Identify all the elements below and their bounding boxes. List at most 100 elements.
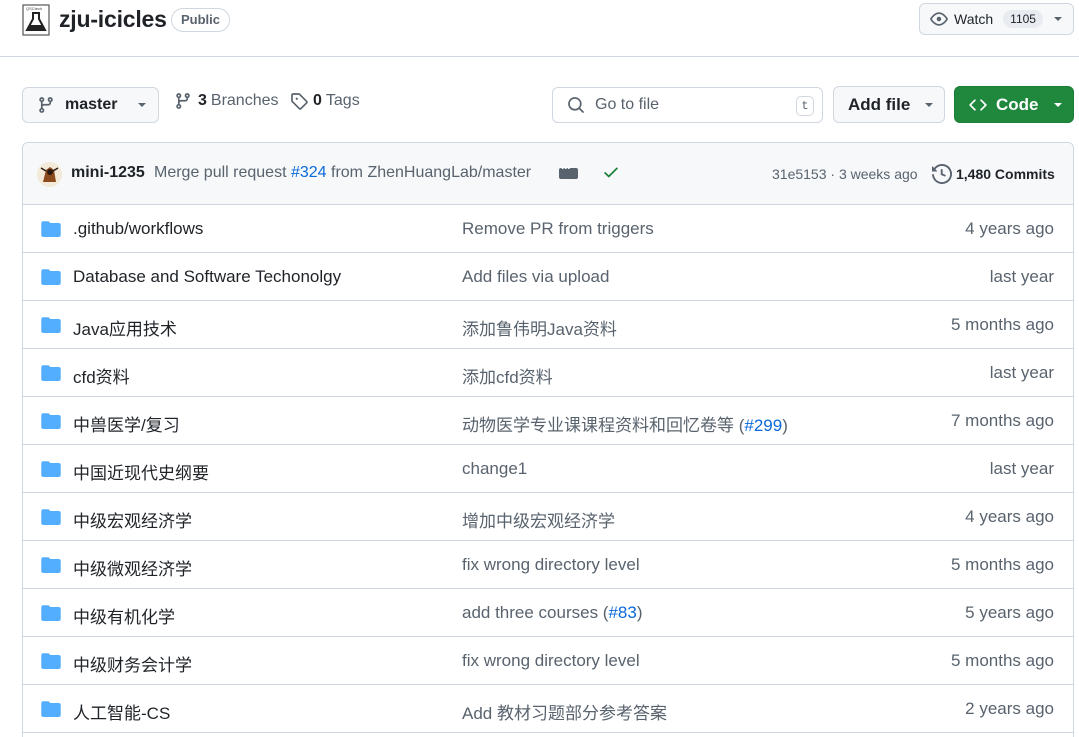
file-commit-text: 添加cfd资料 [462, 368, 553, 387]
history-icon [932, 164, 952, 184]
file-row[interactable]: 中级有机化学 add three courses (#83) 5 years ago [23, 589, 1073, 637]
folder-icon [41, 509, 61, 525]
file-commit-message[interactable]: 动物医学专业课课程资料和回忆卷等 (#299) [462, 411, 788, 436]
file-row[interactable]: 中兽医学/复习 动物医学专业课课程资料和回忆卷等 (#299) 7 months a… [23, 397, 1073, 445]
avatar[interactable] [37, 162, 62, 187]
commit-message[interactable]: Merge pull request #324 from ZhenHuangLa… [154, 164, 531, 182]
visibility-badge: Public [171, 8, 231, 32]
folder-icon [41, 653, 61, 669]
file-commit-text: Add files via upload [462, 267, 610, 286]
folder-icon [41, 365, 61, 381]
file-name-link[interactable]: 中兽医学/复习 [73, 411, 180, 436]
watch-label: Watch [954, 11, 994, 27]
file-commit-text: Add 教材习题部分参考答案 [462, 704, 667, 723]
file-commit-message[interactable]: 添加鲁伟明Java资料 [462, 315, 617, 340]
file-commit-text: fix wrong directory level [462, 555, 640, 574]
file-commit-date: 4 years ago [965, 507, 1054, 526]
file-name-link[interactable]: 人工智能-CS [73, 699, 170, 724]
file-commit-text: Remove PR from triggers [462, 219, 654, 238]
file-name-link[interactable]: 中级宏观经济学 [73, 507, 192, 532]
file-row[interactable]: 中级微观经济学 fix wrong directory level 5 months… [23, 541, 1073, 589]
commit-hash-date[interactable]: 31e5153 · 3 weeks ago [772, 166, 918, 182]
file-commit-text: add three courses ( [462, 603, 609, 622]
branch-selector[interactable]: master [22, 87, 159, 123]
tags-label: Tags [325, 92, 360, 109]
file-row[interactable]: 中国近现代史纲要 change1 last year [23, 445, 1073, 493]
file-commit-message[interactable]: 增加中级宏观经济学 [462, 507, 615, 532]
file-commit-text: 增加中级宏观经济学 [462, 512, 615, 531]
file-name-link[interactable]: cfd资料 [73, 363, 130, 388]
commit-message-suffix: from ZhenHuangLab/master [326, 164, 532, 181]
author-avatar-icon [37, 162, 62, 187]
file-row[interactable]: 中级宏观经济学 增加中级宏观经济学 4 years ago [23, 493, 1073, 541]
file-row[interactable]: 中级财务会计学 fix wrong directory level 5 months… [23, 637, 1073, 685]
file-commit-text: change1 [462, 459, 528, 478]
folder-icon [41, 461, 61, 477]
git-branch-icon [39, 97, 53, 113]
file-commit-message[interactable]: Add 教材习题部分参考答案 [462, 699, 667, 724]
tags-count: 0 [313, 92, 322, 109]
file-commit-message[interactable]: change1 [462, 459, 527, 479]
file-name-link[interactable]: .github/workflows [73, 219, 203, 239]
file-commit-message[interactable]: Add files via upload [462, 267, 609, 287]
folder-icon [41, 221, 61, 237]
repo-avatar-icon[interactable]: QSCtech [22, 4, 50, 36]
svg-text:QSCtech: QSCtech [26, 6, 42, 11]
file-commit-date: 2 years ago [965, 699, 1054, 718]
file-commit-date: last year [989, 459, 1054, 478]
file-list: .github/workflows Remove PR from triggers… [23, 205, 1073, 733]
file-browser: mini-1235 Merge pull request #324 from Z… [22, 142, 1074, 737]
file-name-link[interactable]: 中级财务会计学 [73, 651, 192, 676]
file-commit-date: 5 months ago [950, 651, 1054, 670]
file-name-link[interactable]: Database and Software Techonolgy [73, 267, 341, 287]
file-commit-date: 4 years ago [965, 219, 1054, 238]
file-row[interactable]: Database and Software Techonolgy Add file… [23, 253, 1073, 301]
commits-count-link[interactable]: 1,480 Commits [956, 166, 1055, 182]
file-commit-pr-link[interactable]: #299 [744, 416, 782, 435]
file-commit-text: fix wrong directory level [462, 651, 640, 670]
file-name-link[interactable]: 中国近现代史纲要 [73, 459, 209, 484]
folder-icon [41, 317, 61, 333]
goto-file-input[interactable] [595, 96, 785, 114]
code-button[interactable]: Code [954, 86, 1074, 123]
file-name-link[interactable]: 中级有机化学 [73, 603, 175, 628]
file-commit-message[interactable]: fix wrong directory level [462, 555, 640, 575]
file-commit-text: 动物医学专业课课程资料和回忆卷等 ( [462, 416, 745, 435]
watch-button[interactable]: Watch 1105 [919, 3, 1074, 35]
eye-icon [930, 12, 948, 26]
tag-icon [291, 93, 308, 110]
expand-message-button[interactable] [559, 163, 578, 179]
commit-pr-link[interactable]: #324 [291, 164, 327, 181]
code-icon [969, 98, 987, 111]
add-file-label: Add file [848, 94, 911, 114]
file-commit-message[interactable]: add three courses (#83) [462, 603, 643, 623]
chevron-down-icon [138, 103, 147, 107]
file-row[interactable]: .github/workflows Remove PR from triggers… [23, 205, 1073, 253]
folder-icon [41, 269, 61, 285]
check-icon[interactable] [602, 163, 620, 181]
search-icon [568, 97, 584, 113]
file-row[interactable]: Java应用技术 添加鲁伟明Java资料 5 months ago [23, 301, 1073, 349]
file-commit-date: last year [989, 363, 1054, 382]
file-commit-message[interactable]: Remove PR from triggers [462, 219, 654, 239]
branch-name: master [65, 96, 118, 113]
file-commit-date: last year [989, 267, 1054, 286]
repo-name[interactable]: zju-icicles [59, 6, 167, 33]
add-file-button[interactable]: Add file [833, 86, 945, 123]
watch-count: 1105 [1003, 10, 1043, 28]
goto-file-box[interactable]: t [552, 87, 823, 123]
file-name-link[interactable]: 中级微观经济学 [73, 555, 192, 580]
file-name-link[interactable]: Java应用技术 [73, 315, 177, 340]
git-branch-icon [176, 93, 190, 109]
branches-link[interactable]: 3 Branches [174, 92, 279, 110]
commit-message-prefix: Merge pull request [154, 164, 291, 181]
tags-link[interactable]: 0 Tags [290, 92, 360, 110]
file-commit-pr-link[interactable]: #83 [608, 603, 636, 622]
file-commit-message[interactable]: 添加cfd资料 [462, 363, 553, 388]
file-commit-date: 5 months ago [950, 555, 1054, 574]
file-row[interactable]: cfd资料 添加cfd资料 last year [23, 349, 1073, 397]
file-row[interactable]: 人工智能-CS Add 教材习题部分参考答案 2 years ago [23, 685, 1073, 733]
file-commit-message[interactable]: fix wrong directory level [462, 651, 640, 671]
commit-author[interactable]: mini-1235 [71, 164, 145, 182]
folder-icon [41, 605, 61, 621]
